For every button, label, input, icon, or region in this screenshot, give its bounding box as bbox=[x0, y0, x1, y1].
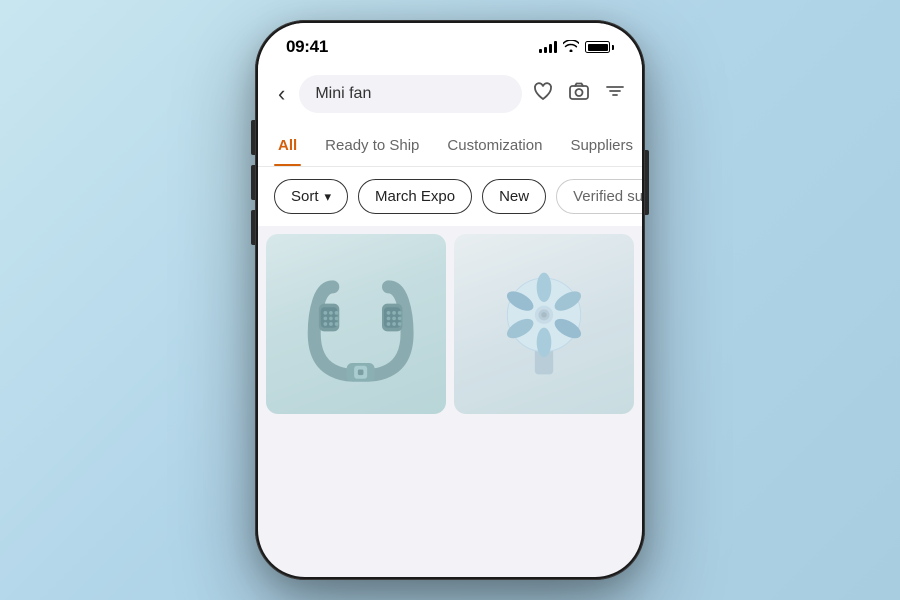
filter-row: Sort ▾ March Expo New Verified supplier bbox=[258, 167, 642, 226]
tab-suppliers[interactable]: Suppliers bbox=[566, 125, 637, 166]
neck-fan-image bbox=[296, 259, 416, 389]
tab-all[interactable]: All bbox=[274, 125, 301, 166]
camera-icon[interactable] bbox=[568, 80, 590, 108]
products-grid bbox=[258, 226, 642, 422]
phone-frame: 09:41 bbox=[255, 20, 645, 580]
battery-icon bbox=[585, 41, 614, 53]
march-expo-label: March Expo bbox=[375, 188, 455, 205]
search-bar[interactable]: Mini fan bbox=[299, 75, 522, 113]
search-area: ‹ Mini fan bbox=[258, 65, 642, 125]
product-card-neck-fan[interactable] bbox=[266, 234, 446, 414]
sort-label: Sort bbox=[291, 188, 319, 205]
verified-supplier-filter[interactable]: Verified supplier bbox=[556, 179, 642, 214]
new-filter[interactable]: New bbox=[482, 179, 546, 214]
signal-icon bbox=[539, 41, 557, 53]
back-button[interactable]: ‹ bbox=[274, 77, 289, 111]
sort-filter[interactable]: Sort ▾ bbox=[274, 179, 348, 214]
status-time: 09:41 bbox=[286, 37, 328, 57]
hand-fan-image bbox=[489, 264, 599, 384]
status-icons bbox=[539, 40, 614, 55]
wifi-icon bbox=[563, 40, 579, 55]
tab-customization[interactable]: Customization bbox=[443, 125, 546, 166]
sort-chevron-icon: ▾ bbox=[325, 189, 332, 205]
filter-icon[interactable] bbox=[604, 80, 626, 108]
new-label: New bbox=[499, 188, 529, 205]
search-action-icons bbox=[532, 80, 626, 108]
product-card-hand-fan[interactable] bbox=[454, 234, 634, 414]
march-expo-filter[interactable]: March Expo bbox=[358, 179, 472, 214]
tabs: All Ready to Ship Customization Supplier… bbox=[258, 125, 642, 167]
favorite-icon[interactable] bbox=[532, 80, 554, 108]
tab-ready-to-ship[interactable]: Ready to Ship bbox=[321, 125, 423, 166]
verified-label: Verified supplier bbox=[573, 188, 642, 205]
phone-screen: 09:41 bbox=[258, 23, 642, 577]
search-input[interactable]: Mini fan bbox=[315, 85, 506, 103]
status-bar: 09:41 bbox=[258, 23, 642, 65]
